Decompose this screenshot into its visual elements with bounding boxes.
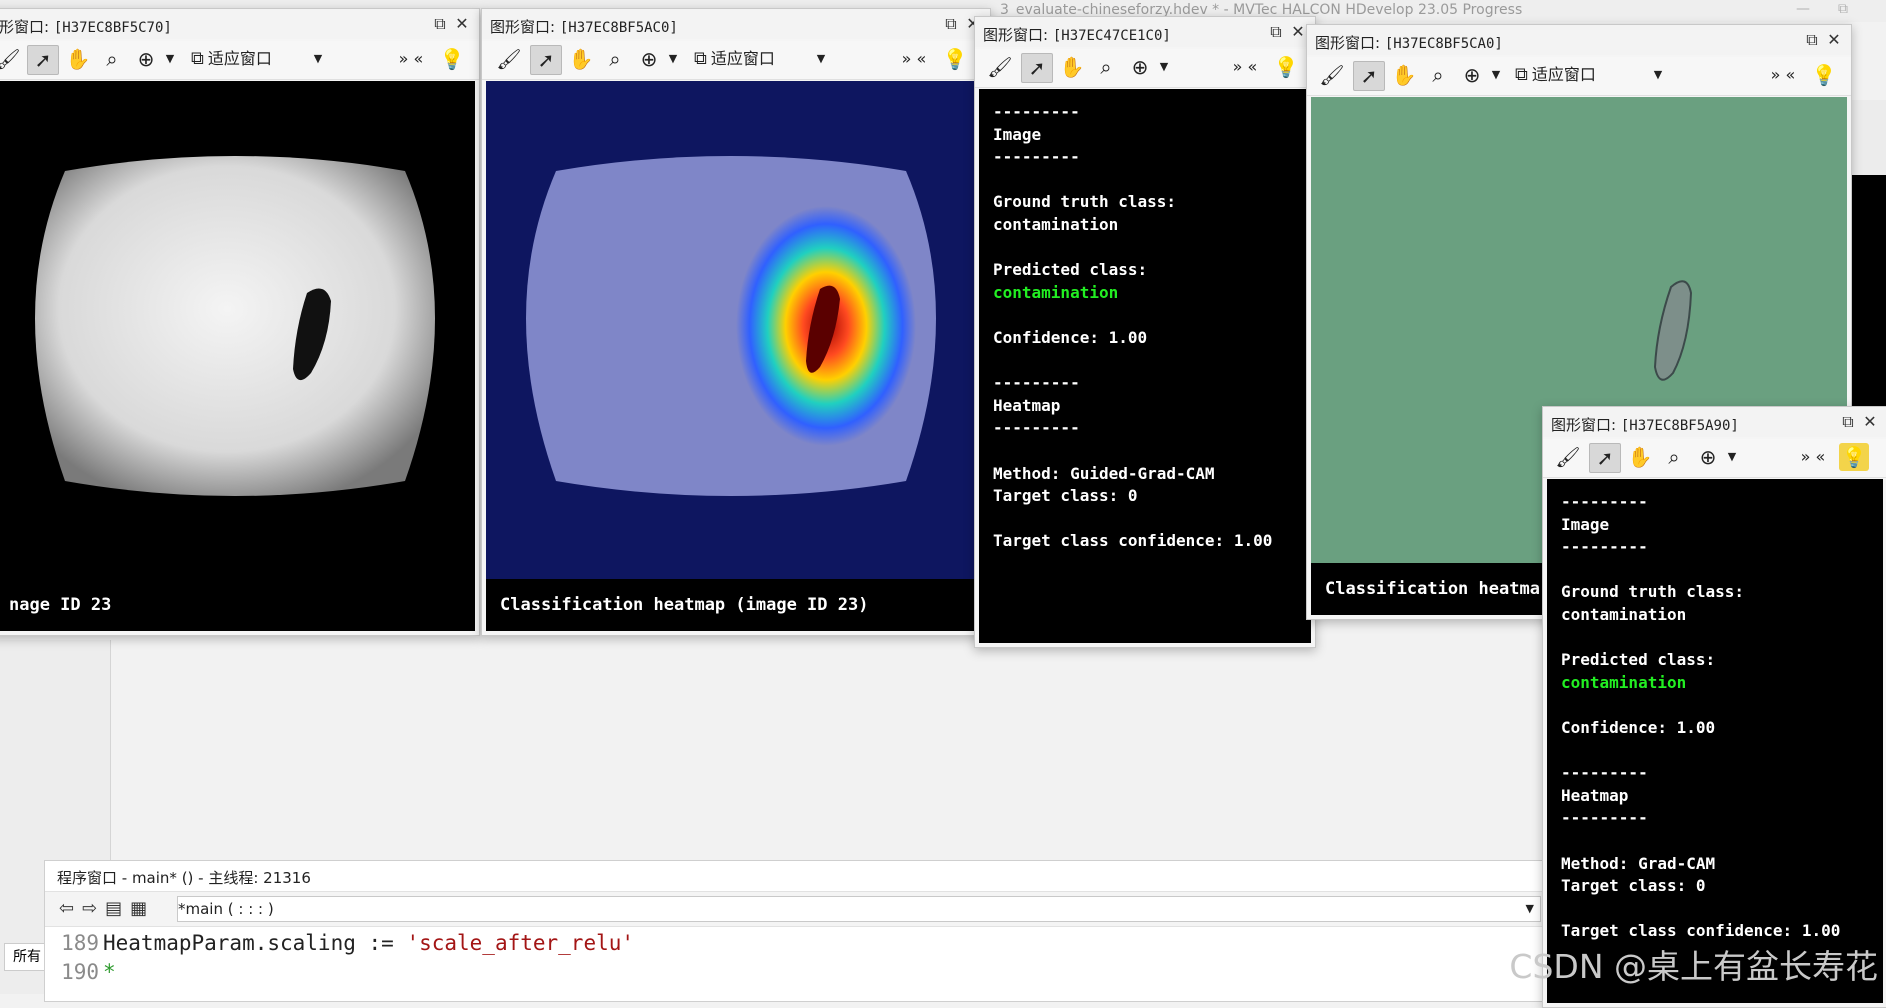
window-toolbar: 🖌 ➚ ✋ ⌕ ⊕ ▼ ⧉适应窗口 ▼ » « 💡 [482, 41, 990, 80]
zoom-in-icon[interactable]: ⊕ [1693, 443, 1723, 471]
info-text: --------- Image --------- Ground truth c… [1561, 492, 1841, 941]
close-icon[interactable]: ✕ [451, 14, 473, 33]
window-toolbar: 🖌 ➚ ✋ ⌕ ⊕ ▼ » « 💡 [1543, 439, 1886, 478]
chevron-down-icon[interactable]: ▼ [666, 45, 680, 73]
chevron-down-icon: ▼ [1525, 902, 1534, 915]
info-text: --------- Image --------- Ground truth c… [993, 102, 1273, 551]
window-toolbar: 🖌 ➚ ✋ ⌕ ⊕ ▼ » « 💡 [975, 49, 1315, 88]
hand-icon[interactable]: ✋ [566, 45, 596, 73]
hand-icon[interactable]: ✋ [1057, 53, 1087, 81]
more-tools-toggle[interactable]: » « [391, 45, 431, 73]
more-tools-toggle[interactable]: » « [1763, 61, 1803, 89]
heatmap-canvas[interactable]: Classification heatmap (image ID 23) [486, 81, 986, 631]
program-window-title: 程序窗口 - main* () - 主线程: 21316 [57, 869, 311, 887]
hand-icon[interactable]: ✋ [1625, 443, 1655, 471]
line-number: 189 [61, 931, 99, 955]
window-title: 图形窗口: [H37EC47CE1C0] [983, 26, 1171, 44]
line-number: 190 [61, 960, 99, 984]
close-icon[interactable]: ✕ [1859, 412, 1881, 431]
chevron-down-icon[interactable]: ▼ [163, 45, 177, 73]
lightbulb-icon[interactable]: 💡 [940, 45, 970, 73]
lightbulb-icon[interactable]: 💡 [1839, 443, 1869, 471]
code-line[interactable]: 189 HeatmapParam.scaling := 'scale_after_… [45, 929, 634, 958]
more-tools-toggle[interactable]: » « [1225, 53, 1265, 81]
restore-icon[interactable]: ⧉ [1801, 30, 1823, 50]
chevron-down-icon[interactable]: ▼ [814, 45, 828, 73]
zoom-in-icon[interactable]: ⊕ [131, 45, 161, 73]
hand-icon[interactable]: ✋ [63, 45, 93, 73]
lightbulb-icon[interactable]: 💡 [437, 45, 467, 73]
lightbulb-icon[interactable]: 💡 [1809, 61, 1839, 89]
restore-icon[interactable]: ⧉ [1265, 22, 1287, 42]
chevron-down-icon[interactable]: ▼ [1157, 53, 1171, 81]
lightbulb-icon[interactable]: 💡 [1271, 53, 1301, 81]
info-canvas[interactable]: --------- Image --------- Ground truth c… [1547, 479, 1883, 1003]
pointer-icon[interactable]: ➚ [27, 45, 59, 75]
chevron-down-icon[interactable]: ▼ [1651, 61, 1665, 89]
more-tools-toggle[interactable]: » « [1793, 443, 1833, 471]
restore-icon[interactable]: ⧉ [429, 14, 451, 34]
fit-window-button[interactable]: ⧉ 适应窗口 [187, 45, 276, 73]
graphics-window-info-gradcam[interactable]: 图形窗口: [H37EC8BF5A90] ⧉ ✕ 🖌 ➚ ✋ ⌕ ⊕ ▼ » « … [1542, 406, 1886, 1008]
pointer-icon[interactable]: ➚ [530, 45, 562, 75]
predicted-class-value: contamination [1561, 672, 1687, 692]
app-window-controls[interactable]: —⧉ [1796, 1, 1876, 17]
nav-back-forward-icons[interactable]: ⇦⇨▤▦ [59, 898, 155, 919]
restore-icon[interactable]: ⧉ [1837, 412, 1859, 432]
graphics-window-heatmap[interactable]: 图形窗口: [H37EC8BF5AC0] ⧉ ✕ 🖌 ➚ ✋ ⌕ ⊕ ▼ ⧉ 适应窗… [481, 8, 991, 636]
pill-image [0, 156, 475, 631]
window-title: 形窗口: [H37EC8BF5C70] [0, 18, 172, 36]
brush-icon[interactable]: 🖌 [1553, 443, 1583, 471]
code-editor[interactable]: 189 HeatmapParam.scaling := 'scale_after_… [45, 929, 634, 987]
predicted-class-value: contamination [993, 282, 1119, 302]
magnifier-icon[interactable]: ⌕ [1659, 443, 1689, 471]
magnifier-icon[interactable]: ⌕ [1091, 53, 1121, 81]
window-toolbar: 🖌 ➚ ✋ ⌕ ⊕ ▼ ⧉适应窗口 ▼ » « 💡 [0, 41, 479, 80]
zoom-in-icon[interactable]: ⊕ [1125, 53, 1155, 81]
pointer-icon[interactable]: ➚ [1353, 61, 1385, 91]
info-canvas[interactable]: --------- Image --------- Ground truth c… [979, 89, 1311, 643]
image-canvas[interactable]: nage ID 23 [0, 81, 475, 631]
restore-icon[interactable]: ⧉ [940, 14, 962, 34]
chevron-down-icon[interactable]: ▼ [1725, 443, 1739, 471]
program-toolbar: ⇦⇨▤▦ *main ( : : : ) ▼ [45, 891, 1545, 927]
close-icon[interactable]: ✕ [1823, 30, 1845, 49]
magnifier-icon[interactable]: ⌕ [1423, 61, 1453, 89]
pointer-icon[interactable]: ➚ [1021, 53, 1053, 83]
procedure-select[interactable]: *main ( : : : ) ▼ [177, 896, 1541, 922]
image-caption: nage ID 23 [0, 579, 475, 631]
program-window: 程序窗口 - main* () - 主线程: 21316 ⇦⇨▤▦ *main … [44, 860, 1546, 1002]
window-toolbar: 🖌 ➚ ✋ ⌕ ⊕ ▼ ⧉适应窗口 ▼ » « 💡 [1307, 57, 1851, 96]
hand-icon[interactable]: ✋ [1389, 61, 1419, 89]
zoom-in-icon[interactable]: ⊕ [634, 45, 664, 73]
brush-icon[interactable]: 🖌 [1317, 61, 1347, 89]
brush-icon[interactable]: 🖌 [0, 45, 23, 73]
brush-icon[interactable]: 🖌 [494, 45, 524, 73]
magnifier-icon[interactable]: ⌕ [600, 45, 630, 73]
more-tools-toggle[interactable]: » « [894, 45, 934, 73]
fit-window-button[interactable]: ⧉ 适应窗口 [690, 45, 779, 73]
brush-icon[interactable]: 🖌 [985, 53, 1015, 81]
zoom-in-icon[interactable]: ⊕ [1457, 61, 1487, 89]
graphics-window-info-guided[interactable]: 图形窗口: [H37EC47CE1C0] ⧉ ✕ 🖌 ➚ ✋ ⌕ ⊕ ▼ » « … [974, 16, 1316, 648]
code-line[interactable]: 190 * [45, 958, 634, 987]
heatmap-caption: Classification heatmap (image ID 23) [486, 579, 986, 631]
magnifier-icon[interactable]: ⌕ [97, 45, 127, 73]
heatmap-image [486, 81, 986, 631]
window-title: 图形窗口: [H37EC8BF5A90] [1551, 416, 1739, 434]
watermark: CSDN @桌上有盆长寿花 [1509, 947, 1878, 986]
graphics-window-image[interactable]: 形窗口: [H37EC8BF5C70] ⧉✕ 🖌 ➚ ✋ ⌕ ⊕ ▼ ⧉适应窗口… [0, 8, 480, 636]
pointer-icon[interactable]: ➚ [1589, 443, 1621, 473]
chevron-down-icon[interactable]: ▼ [1489, 61, 1503, 89]
window-title: 图形窗口: [H37EC8BF5CA0] [1315, 34, 1503, 52]
procedure-select-value: *main ( : : : ) [178, 900, 274, 918]
window-title: 图形窗口: [H37EC8BF5AC0] [490, 18, 678, 36]
chevron-down-icon[interactable]: ▼ [311, 45, 325, 73]
fit-window-button[interactable]: ⧉ 适应窗口 [1511, 61, 1600, 89]
